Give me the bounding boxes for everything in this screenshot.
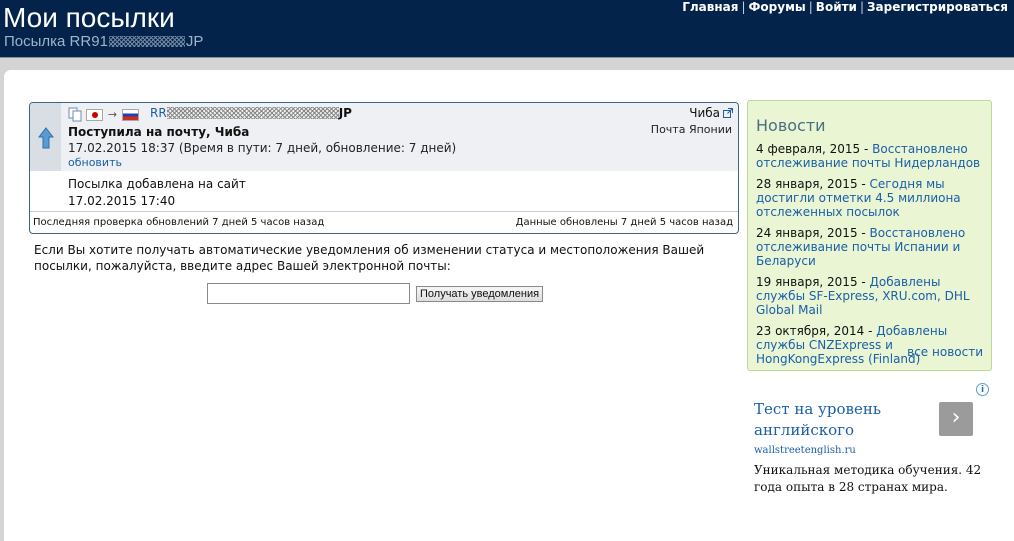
refresh-link[interactable]: обновить bbox=[68, 156, 122, 169]
data-updated-text: Данные обновлены 7 дней 5 часов назад bbox=[515, 217, 733, 228]
news-item: 19 января, 2015 - Добавлены службы SF-Ex… bbox=[756, 275, 988, 317]
nav-separator: | bbox=[859, 0, 865, 14]
redacted-tracking-mask bbox=[166, 107, 339, 119]
nav-separator: | bbox=[808, 0, 813, 14]
route-icons: → bbox=[68, 107, 139, 122]
parcel-subtitle-prefix: Посылка RR91 bbox=[4, 33, 108, 50]
redacted-tracking-mask bbox=[108, 36, 185, 47]
added-event-label: Посылка добавлена на сайт bbox=[68, 177, 246, 191]
copy-icon[interactable] bbox=[68, 107, 82, 122]
flag-japan-icon bbox=[86, 108, 103, 121]
external-link-icon bbox=[723, 108, 733, 118]
nav-home-link[interactable]: Главная bbox=[682, 0, 738, 14]
site-header: Мои посылки Посылка RR91 JP Главная | Форум… bbox=[0, 0, 1014, 58]
top-nav: Главная | Форумы | Войти | Зарегистрироваться bbox=[682, 0, 1008, 14]
news-date: 24 января, 2015 - bbox=[756, 226, 870, 240]
news-date: 4 февраля, 2015 - bbox=[756, 142, 873, 156]
nav-separator: | bbox=[741, 0, 746, 14]
nav-login-link[interactable]: Войти bbox=[816, 0, 857, 14]
status-title: Поступила на почту, Чиба bbox=[68, 125, 250, 139]
arrow-up-icon bbox=[38, 127, 54, 149]
arrow-right-icon: → bbox=[107, 108, 118, 121]
email-field[interactable] bbox=[207, 283, 410, 304]
news-item: 24 января, 2015 - Восстановлено отслежив… bbox=[756, 226, 988, 268]
parcel-status-block: → RR JP Чиба Почта Японии Поступила на по… bbox=[30, 103, 738, 171]
news-item: 4 февраля, 2015 - Восстановлено отслежив… bbox=[756, 142, 988, 170]
news-panel: Новости 4 февраля, 2015 - Восстановлено … bbox=[747, 100, 992, 371]
flag-russia-icon bbox=[122, 108, 139, 121]
last-check-text: Последняя проверка обновлений 7 дней 5 ч… bbox=[33, 217, 325, 228]
news-date: 28 января, 2015 - bbox=[756, 177, 870, 191]
subscribe-notifications-button[interactable]: Получать уведомления bbox=[416, 286, 544, 302]
carrier-name: Почта Японии bbox=[650, 123, 732, 136]
destination-link[interactable]: Чиба bbox=[689, 106, 733, 120]
news-title: Новости bbox=[756, 116, 826, 135]
ad-description: Уникальная методика обучения. 42 года оп… bbox=[754, 463, 982, 494]
news-date: 19 января, 2015 - bbox=[756, 275, 870, 289]
nav-register-link[interactable]: Зарегистрироваться bbox=[867, 0, 1008, 14]
notify-description: Если Вы хотите получать автоматические у… bbox=[34, 243, 705, 273]
all-news-link[interactable]: все новости bbox=[907, 345, 983, 359]
ad-title[interactable]: Тест на уровень английского bbox=[754, 399, 934, 441]
chevron-right-icon[interactable]: › bbox=[939, 402, 973, 436]
added-event-date: 17.02.2015 17:40 bbox=[68, 194, 176, 208]
status-date: 17.02.2015 18:37 (Время в пути: 7 дней, … bbox=[68, 141, 457, 155]
tracking-suffix: JP bbox=[338, 106, 352, 120]
destination-label: Чиба bbox=[689, 106, 720, 120]
ad-url[interactable]: wallstreetenglish.ru bbox=[754, 445, 856, 456]
parcel-subtitle: Посылка RR91 JP bbox=[4, 33, 203, 51]
tracking-number[interactable]: RR JP bbox=[150, 106, 352, 120]
news-item: 28 января, 2015 - Сегодня мы достигли от… bbox=[756, 177, 988, 219]
site-title[interactable]: Мои посылки bbox=[3, 1, 175, 35]
parcel-subtitle-suffix: JP bbox=[185, 33, 204, 50]
info-icon[interactable]: i bbox=[976, 383, 989, 396]
tracking-prefix: RR bbox=[150, 106, 167, 120]
card-footer: Последняя проверка обновлений 7 дней 5 ч… bbox=[30, 211, 738, 233]
parcel-card: → RR JP Чиба Почта Японии Поступила на по… bbox=[29, 102, 739, 234]
news-list: 4 февраля, 2015 - Восстановлено отслежив… bbox=[756, 142, 988, 373]
news-date: 23 октября, 2014 - bbox=[756, 324, 877, 338]
nav-forums-link[interactable]: Форумы bbox=[749, 0, 806, 14]
status-strip bbox=[30, 103, 61, 171]
